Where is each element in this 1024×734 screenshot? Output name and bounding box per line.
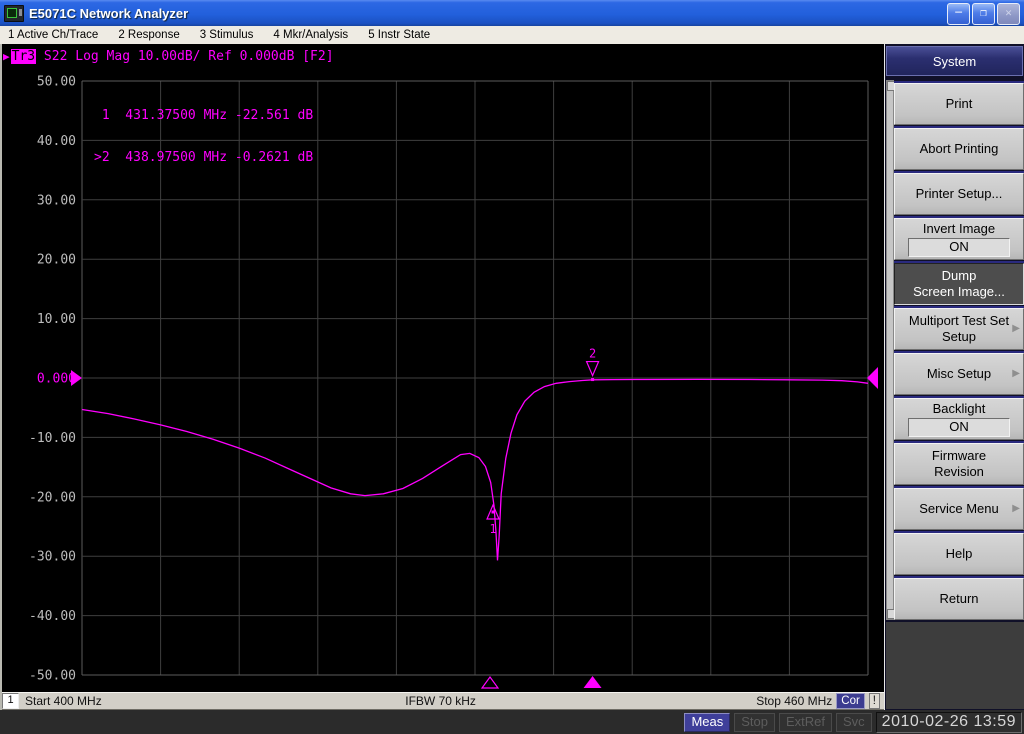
datetime-display: 2010-02-26 13:59 (875, 711, 1022, 733)
softkey-label: Revision (934, 464, 984, 479)
softkey-label: Print (945, 96, 973, 111)
warning-badge: ! (868, 693, 880, 709)
softkey-label: Service Menu (919, 501, 999, 516)
softkey-label: Screen Image... (913, 284, 1005, 299)
restore-button[interactable]: ❐ (972, 3, 995, 25)
softkey-list: Print Abort Printing Printer Setup... Inver… (894, 80, 1024, 620)
active-trace-arrow-icon: ▶ (3, 50, 10, 63)
menu-instr-state[interactable]: 5 Instr State (360, 29, 442, 41)
y-axis-tick-label: -30.00 (29, 550, 76, 565)
softkey-backlight[interactable]: Backlight ON (894, 398, 1024, 440)
y-axis-tick-label: 20.00 (37, 253, 76, 268)
trace-status-line: ▶ Tr3 S22 Log Mag 10.00dB/ Ref 0.000dB [… (3, 49, 334, 64)
marker-1-stimulus-icon (480, 675, 500, 689)
softkey-label: Invert Image (922, 221, 996, 236)
marker-2-stimulus-icon (583, 676, 602, 688)
marker-point (491, 510, 495, 514)
app-icon (4, 4, 24, 22)
marker-readout-line-2: >2 438.97500 MHz -0.2621 dB (94, 150, 314, 165)
softkey-service-menu[interactable]: Service Menu ▶ (894, 488, 1024, 530)
softkey-label: Setup (942, 329, 976, 344)
softkey-help[interactable]: Help (894, 533, 1024, 575)
softkey-label: Misc Setup (926, 366, 992, 381)
marker-readout: 1 431.37500 MHz -22.561 dB >2 438.97500 … (94, 81, 313, 193)
softkey-print[interactable]: Print (894, 83, 1024, 125)
softkey-value: ON (908, 238, 1010, 257)
stop-frequency-label: Stop 460 MHz (756, 694, 833, 708)
softkey-scrollbar[interactable] (886, 80, 895, 620)
softkey-label: Help (945, 546, 973, 561)
y-axis-tick-label: 0.000 (37, 372, 76, 387)
menu-response[interactable]: 2 Response (110, 29, 191, 41)
softkey-misc-setup[interactable]: Misc Setup ▶ (894, 353, 1024, 395)
softkey-label: Printer Setup... (915, 186, 1003, 201)
softkey-multiport-test-set-setup[interactable]: Multiport Test Set Setup ▶ (894, 308, 1024, 350)
menu-bar: 1 Active Ch/Trace 2 Response 3 Stimulus … (0, 26, 1024, 45)
softkey-return[interactable]: Return (894, 578, 1024, 620)
marker-readout-line-1: 1 431.37500 MHz -22.561 dB (94, 108, 314, 123)
reference-level-marker-left-icon (71, 370, 82, 386)
y-axis-tick-label: 50.00 (37, 75, 76, 90)
softkey-label: Dump (941, 268, 977, 283)
softkey-printer-setup[interactable]: Printer Setup... (894, 173, 1024, 215)
window-titlebar: E5071C Network Analyzer ─ ❐ ✕ (0, 0, 1024, 26)
y-axis-tick-label: -50.00 (29, 669, 76, 684)
trace-format-text: S22 Log Mag 10.00dB/ Ref 0.000dB [F2] (36, 49, 334, 64)
softkey-firmware-revision[interactable]: Firmware Revision (894, 443, 1024, 485)
ifbw-label: IFBW 70 kHz (405, 694, 476, 708)
menu-mkr-analysis[interactable]: 4 Mkr/Analysis (265, 29, 360, 41)
status-stop-badge: Stop (734, 712, 775, 732)
softkey-dump-screen-image[interactable]: Dump Screen Image... (894, 263, 1024, 305)
status-extref-badge: ExtRef (778, 712, 832, 732)
y-axis-tick-label: 40.00 (37, 134, 76, 149)
y-axis-tick-label: 30.00 (37, 193, 76, 208)
softkey-label: Backlight (932, 401, 986, 416)
softkey-abort-printing[interactable]: Abort Printing (894, 128, 1024, 170)
softkey-label: Multiport Test Set (908, 313, 1010, 328)
y-axis-tick-label: -20.00 (29, 490, 76, 505)
softkey-sidebar: System Print Abort Printing Printer Setup.… (884, 44, 1024, 710)
status-svc-badge: Svc (836, 712, 872, 732)
menu-active-ch-trace[interactable]: 1 Active Ch/Trace (0, 29, 110, 41)
marker-1-number: 1 (489, 522, 496, 536)
channel-number-badge: 1 (2, 693, 19, 709)
y-axis-tick-label: -10.00 (29, 431, 76, 446)
status-meas-badge: Meas (684, 712, 731, 732)
y-axis-tick-label: -40.00 (29, 609, 76, 624)
softkey-invert-image[interactable]: Invert Image ON (894, 218, 1024, 260)
submenu-arrow-icon: ▶ (1012, 368, 1020, 379)
y-axis-tick-label: 10.00 (37, 312, 76, 327)
reference-level-marker-right-icon (867, 367, 878, 389)
instrument-status-bar: Meas Stop ExtRef Svc 2010-02-26 13:59 (0, 710, 1024, 734)
trace-label[interactable]: Tr3 (10, 49, 37, 64)
window-frame-left (0, 44, 2, 710)
marker-2-symbol-icon (585, 360, 600, 378)
menu-stimulus[interactable]: 3 Stimulus (192, 29, 266, 41)
submenu-arrow-icon: ▶ (1012, 323, 1020, 334)
measurement-screen: 50.00 40.00 30.00 20.00 10.00 0.000 -10.00 -20.… (0, 44, 884, 692)
softkey-filler (886, 622, 1024, 709)
softkey-value: ON (908, 418, 1010, 437)
minimize-button[interactable]: ─ (947, 3, 970, 25)
start-frequency-label: Start 400 MHz (25, 694, 102, 708)
softkey-label: Return (939, 591, 979, 606)
close-button: ✕ (997, 3, 1020, 25)
softkey-menu-title: System (886, 46, 1023, 76)
softkey-label: Abort Printing (919, 141, 999, 156)
marker-2-number: 2 (589, 347, 596, 361)
correction-badge: Cor (836, 693, 865, 709)
submenu-arrow-icon: ▶ (1012, 503, 1020, 514)
softkey-label: Firmware (931, 448, 987, 463)
e5071c-application-window: E5071C Network Analyzer ─ ❐ ✕ 1 Active C… (0, 0, 1024, 734)
channel-status-bar: 1 Start 400 MHz IFBW 70 kHz Stop 460 MHz… (0, 692, 884, 710)
marker-point (591, 378, 595, 382)
window-title: E5071C Network Analyzer (29, 5, 189, 21)
